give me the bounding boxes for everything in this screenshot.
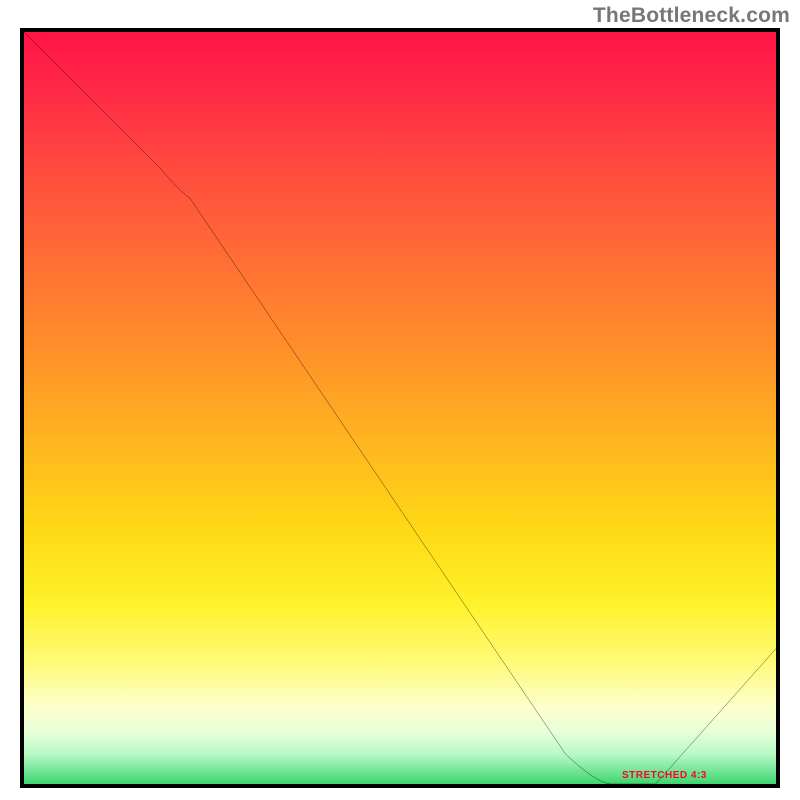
plot-area: STRETCHED 4:3 (20, 28, 780, 788)
line-chart-svg (24, 32, 776, 784)
watermark-text: TheBottleneck.com (593, 4, 790, 28)
chart-container: TheBottleneck.com STRETCHED 4:3 (0, 0, 800, 800)
data-line (24, 32, 776, 784)
axis-tick-label: STRETCHED 4:3 (622, 770, 707, 781)
